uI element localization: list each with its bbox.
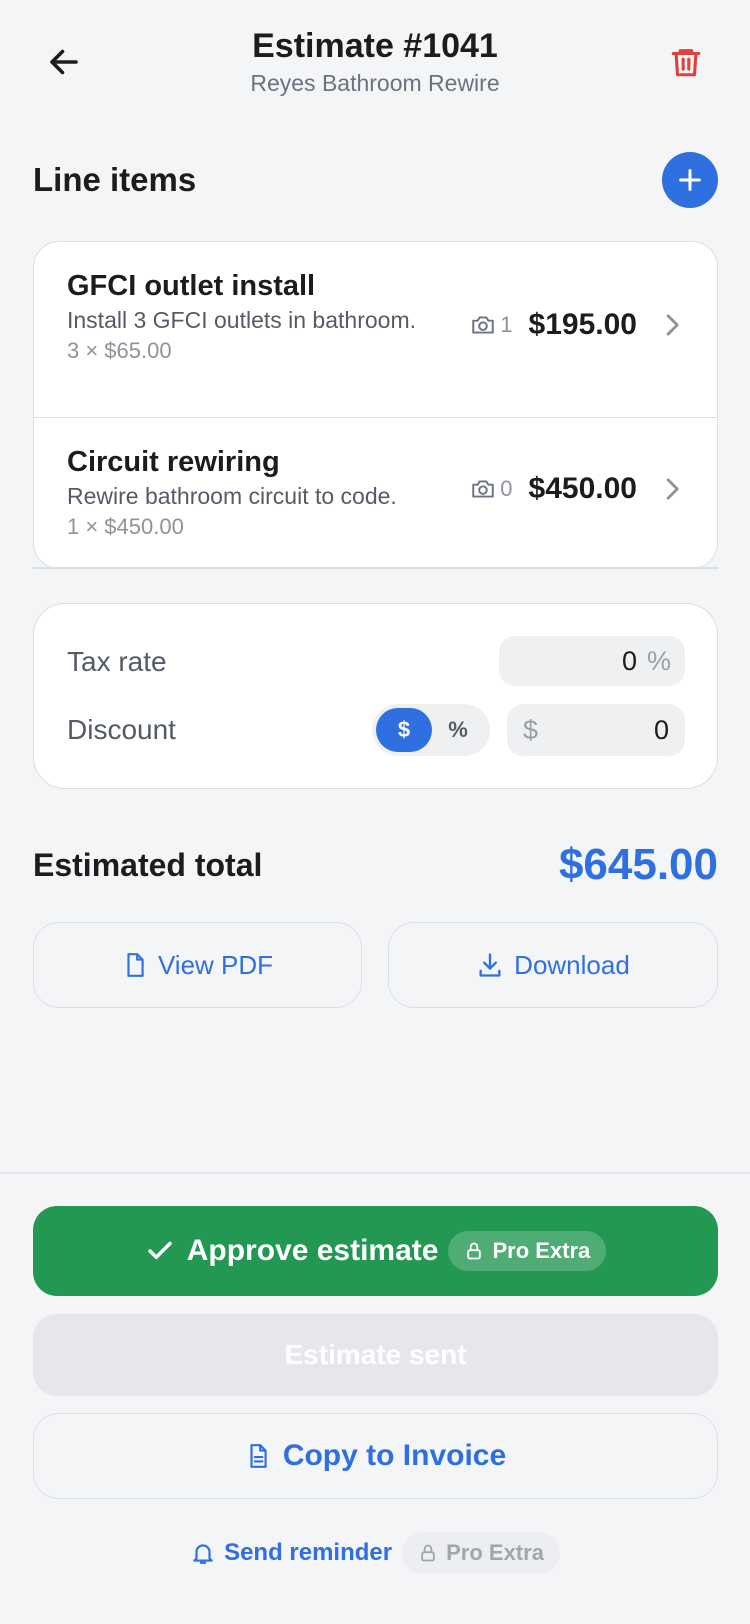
line-item-meta: 1 $195.00: [470, 308, 681, 342]
header: Estimate #1041 Reyes Bathroom Rewire: [0, 0, 750, 110]
discount-mode-toggle: $ %: [372, 704, 490, 756]
adjustments-card: Tax rate 0 % Discount $ % $ 0: [33, 603, 718, 789]
document-icon: [127, 953, 144, 977]
photo-count-value: 1: [500, 312, 513, 337]
line-item-name: GFCI outlet install: [67, 270, 316, 302]
trash-icon: [671, 49, 701, 77]
line-item-meta: 0 $450.00: [470, 472, 681, 506]
line-items-header: Line items: [33, 150, 718, 210]
lock-icon: [421, 1544, 435, 1562]
reminder-row: Send reminder Pro Extra: [0, 1532, 750, 1574]
estimate-sent-label: Estimate sent: [284, 1339, 467, 1370]
line-item-text: Circuit rewiring Rewire bathroom circuit…: [67, 444, 447, 542]
lock-icon: [467, 1242, 482, 1260]
line-items-list: GFCI outlet install Install 3 GFCI outle…: [33, 241, 718, 569]
discount-mode-dollar[interactable]: $: [376, 708, 432, 752]
estimate-sent-button: Estimate sent: [33, 1314, 718, 1396]
back-button[interactable]: [38, 36, 90, 88]
approve-estimate-button[interactable]: Approve estimate Pro Extra: [33, 1206, 718, 1296]
photo-count: 0: [470, 476, 513, 502]
camera-icon: [472, 480, 495, 498]
copy-to-invoice-label: Copy to Invoice: [282, 1439, 507, 1472]
view-pdf-label: View PDF: [157, 949, 274, 980]
line-item[interactable]: Circuit rewiring Rewire bathroom circuit…: [34, 418, 717, 568]
title-block: Estimate #1041 Reyes Bathroom Rewire: [150, 26, 600, 98]
discount-value: 0: [653, 714, 669, 745]
line-item-text: GFCI outlet install Install 3 GFCI outle…: [67, 268, 427, 366]
tax-rate-value: 0: [621, 645, 637, 676]
pro-extra-label: Pro Extra: [492, 1238, 591, 1263]
download-icon: [479, 953, 501, 977]
document-lines-icon: [250, 1444, 267, 1468]
tax-rate-unit: %: [646, 645, 671, 676]
discount-input[interactable]: $ 0: [507, 704, 685, 756]
send-reminder-button[interactable]: Send reminder: [190, 1539, 392, 1567]
arrow-left-icon: [50, 49, 78, 75]
photo-count-value: 0: [500, 476, 513, 501]
total-value: $645.00: [558, 840, 718, 889]
send-reminder-label: Send reminder: [224, 1539, 393, 1566]
line-item[interactable]: GFCI outlet install Install 3 GFCI outle…: [34, 242, 717, 418]
reminder-pro-label: Pro Extra: [446, 1540, 544, 1565]
line-item-description: Rewire bathroom circuit to code.: [67, 483, 397, 509]
reminder-pro-badge: Pro Extra: [402, 1532, 560, 1574]
line-item-quantity: 3 × $65.00: [67, 338, 172, 363]
view-pdf-button[interactable]: View PDF: [33, 922, 362, 1008]
bell-icon: [193, 1544, 213, 1564]
page-title: Estimate #1041: [252, 27, 498, 65]
list-divider: [33, 567, 718, 569]
line-items-title: Line items: [33, 161, 197, 198]
discount-mode-percent[interactable]: %: [430, 708, 486, 752]
pro-extra-badge: Pro Extra: [448, 1231, 607, 1271]
discount-currency: $: [523, 714, 539, 745]
line-item-description: Install 3 GFCI outlets in bathroom.: [67, 307, 416, 333]
plus-icon: [679, 169, 701, 191]
add-line-item-button[interactable]: [662, 152, 718, 208]
page-subtitle: Reyes Bathroom Rewire: [250, 70, 500, 96]
delete-button[interactable]: [660, 36, 712, 88]
tax-rate-input[interactable]: 0 %: [499, 636, 685, 686]
chevron-right-icon: [663, 312, 681, 338]
download-label: Download: [514, 949, 630, 980]
line-item-quantity: 1 × $450.00: [67, 514, 184, 539]
camera-icon: [472, 316, 495, 334]
total-row: Estimated total $645.00: [33, 840, 718, 890]
footer-divider: [0, 1172, 750, 1174]
tax-rate-label: Tax rate: [67, 646, 167, 677]
checkmark-icon: [147, 1241, 172, 1259]
line-item-price: $450.00: [528, 472, 637, 505]
line-item-name: Circuit rewiring: [67, 446, 280, 478]
discount-label: Discount: [67, 714, 176, 745]
download-button[interactable]: Download: [388, 922, 718, 1008]
photo-count: 1: [470, 312, 513, 338]
total-label: Estimated total: [33, 846, 263, 883]
estimate-detail-screen: Estimate #1041 Reyes Bathroom Rewire Lin…: [0, 0, 750, 1624]
approve-estimate-label: Approve estimate: [186, 1234, 439, 1267]
line-item-price: $195.00: [528, 308, 637, 341]
chevron-right-icon: [663, 476, 681, 502]
copy-to-invoice-button[interactable]: Copy to Invoice: [33, 1413, 718, 1499]
